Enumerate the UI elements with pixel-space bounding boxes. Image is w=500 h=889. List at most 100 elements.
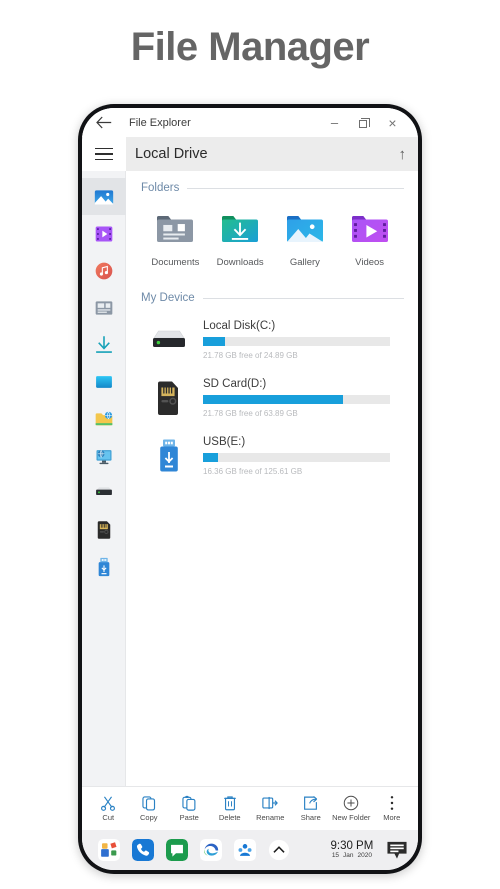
drive-item-usb[interactable]: USB(E:) 16.36 GB free of 125.61 GB (141, 432, 404, 480)
phone-device-frame: File Explorer – × Local Drive ↑ Folders … (78, 104, 422, 874)
sidebar-item-videos[interactable] (82, 215, 126, 252)
taskbar: 9:30 PM 15 Jan 2020 (82, 830, 418, 870)
storage-bar-fill (203, 453, 218, 462)
sidebar-item-gallery[interactable] (82, 178, 126, 215)
sidebar-item-local-disk[interactable] (82, 474, 126, 511)
window-titlebar: File Explorer – × (82, 108, 418, 137)
toolbar-label: New Folder (332, 813, 371, 823)
rename-icon (261, 794, 279, 811)
drive-name: USB(E:) (203, 436, 246, 448)
storage-bar-fill (203, 337, 226, 346)
sidebar-item-sd-card[interactable] (82, 511, 126, 548)
storage-bar (203, 453, 390, 462)
videos-folder-icon (351, 215, 388, 243)
gallery-icon (94, 189, 113, 204)
toolbar-label: More (383, 813, 401, 823)
drive-capacity: 16.36 GB free of 125.61 GB (203, 467, 303, 476)
notification-icon[interactable] (386, 840, 408, 860)
navigate-up-icon[interactable]: ↑ (399, 146, 407, 163)
restore-window-icon[interactable] (349, 112, 378, 134)
clock-year: 2020 (357, 852, 372, 860)
window-controls: – × (320, 112, 418, 134)
taskbar-item-start[interactable] (92, 839, 126, 861)
more-vertical-icon (389, 794, 395, 811)
taskbar-item-contacts[interactable] (228, 839, 262, 861)
drive-item-sd-card[interactable]: SD Card(D:) 21.78 GB free of 63.89 GB (141, 374, 404, 422)
drive-icon-wrap (141, 380, 197, 416)
window-title: File Explorer (129, 116, 191, 129)
toolbar-button-copy[interactable]: Copy (129, 794, 170, 823)
trash-icon (222, 794, 238, 811)
current-path: Local Drive (135, 146, 208, 162)
sd-card-icon (158, 381, 178, 415)
clock-month: Jan (343, 852, 354, 860)
toolbar-label: Copy (139, 813, 158, 823)
folder-item-gallery[interactable]: Gallery (273, 211, 338, 268)
storage-bar-fill (203, 395, 344, 404)
sidebar (82, 171, 126, 786)
toolbar-button-more[interactable]: More (372, 794, 413, 823)
toolbar-label: Delete (218, 813, 241, 823)
folder-label: Gallery (289, 257, 320, 268)
minimize-button[interactable]: – (320, 112, 349, 134)
toolbar-button-delete[interactable]: Delete (210, 794, 251, 823)
sidebar-item-usb-drive[interactable] (82, 548, 126, 585)
sidebar-item-network-folder[interactable] (82, 400, 126, 437)
action-toolbar: Cut Copy Paste Delete Rename Share New F… (82, 786, 418, 830)
folder-item-documents[interactable]: Documents (143, 211, 208, 268)
toolbar-button-share[interactable]: Share (291, 794, 332, 823)
folder-item-downloads[interactable]: Downloads (208, 211, 273, 268)
folders-grid: Documents Downloads Gallery Videos (141, 198, 404, 268)
content-area: Folders Documents Downloads Gallery Vide… (126, 171, 418, 786)
drive-capacity: 21.78 GB free of 63.89 GB (203, 409, 298, 418)
toolbar-button-cut[interactable]: Cut (88, 794, 129, 823)
scissors-icon (100, 794, 116, 811)
folders-section-header: Folders (141, 182, 404, 194)
toolbar-label: Share (300, 813, 321, 823)
hamburger-menu-icon[interactable] (82, 147, 126, 161)
folders-section-title: Folders (141, 182, 180, 194)
page-title: File Manager (130, 25, 370, 69)
sidebar-item-music[interactable] (82, 252, 126, 289)
drive-name: SD Card(D:) (203, 378, 267, 390)
taskbar-item-messages[interactable] (160, 839, 194, 861)
clock-date: 15 Jan 2020 (330, 852, 374, 860)
start-apps-icon (98, 839, 120, 861)
folder-label: Downloads (216, 257, 264, 268)
downloads-folder-icon (222, 215, 259, 243)
drive-item-local-disk[interactable]: Local Disk(C:) 21.78 GB free of 24.89 GB (141, 316, 404, 364)
sidebar-item-downloads[interactable] (82, 326, 126, 363)
back-arrow-icon[interactable] (82, 113, 126, 132)
sidebar-item-documents[interactable] (82, 289, 126, 326)
toolbar-button-rename[interactable]: Rename (250, 794, 291, 823)
edge-browser-icon (200, 839, 222, 861)
usb-drive-icon (98, 557, 109, 576)
network-computer-icon (96, 449, 111, 464)
close-button[interactable]: × (378, 112, 407, 134)
sidebar-item-apps[interactable] (82, 363, 126, 400)
device-section-title: My Device (141, 292, 195, 304)
address-bar: Local Drive ↑ (82, 137, 418, 171)
device-section-header: My Device (141, 292, 404, 304)
drives-list: Local Disk(C:) 21.78 GB free of 24.89 GB (141, 308, 404, 480)
network-folder-icon (95, 410, 112, 425)
path-field[interactable]: Local Drive ↑ (126, 137, 418, 171)
toolbar-button-paste[interactable]: Paste (169, 794, 210, 823)
hard-drive-icon (95, 486, 112, 495)
drive-name: Local Disk(C:) (203, 320, 276, 332)
storage-bar (203, 395, 390, 404)
taskbar-item-show-hidden[interactable] (262, 839, 296, 861)
section-divider (187, 187, 404, 189)
toolbar-button-new-folder[interactable]: New Folder (331, 794, 372, 823)
drive-info: Local Disk(C:) 21.78 GB free of 24.89 GB (197, 320, 404, 360)
folder-item-videos[interactable]: Videos (337, 211, 402, 268)
sidebar-item-network-pc[interactable] (82, 437, 126, 474)
taskbar-item-edge[interactable] (194, 839, 228, 861)
paste-icon (181, 794, 197, 811)
toolbar-label: Cut (102, 813, 115, 823)
taskbar-clock[interactable]: 9:30 PM 15 Jan 2020 (326, 840, 378, 860)
drive-icon-wrap (141, 438, 197, 474)
taskbar-item-phone[interactable] (126, 839, 160, 861)
music-icon (95, 262, 112, 279)
download-icon (95, 335, 112, 353)
